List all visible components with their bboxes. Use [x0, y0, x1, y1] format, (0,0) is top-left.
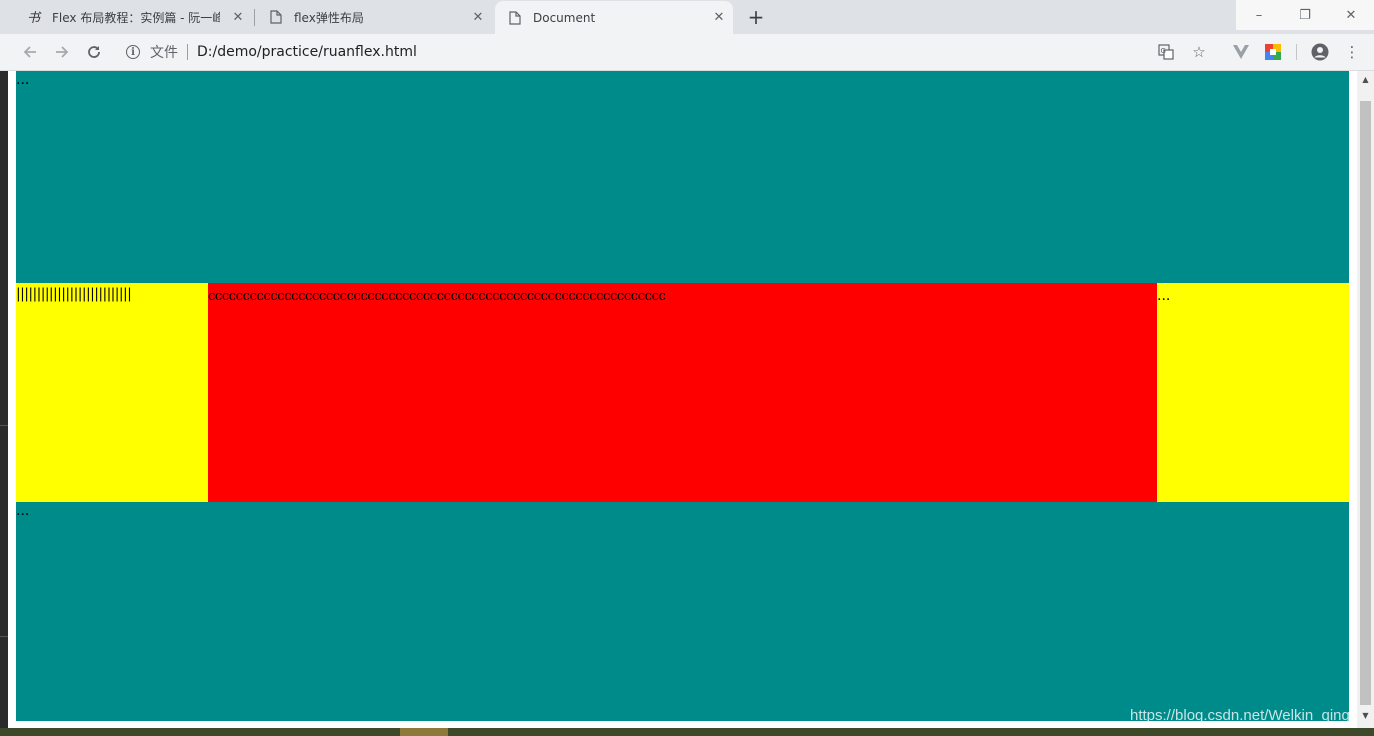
url-text[interactable]: D:/demo/practice/ruanflex.html [197, 44, 417, 60]
tab-title: flex弹性布局 [294, 10, 364, 25]
scroll-thumb[interactable] [1360, 101, 1371, 705]
vue-devtools-icon[interactable] [1231, 42, 1251, 62]
nav-column: |||||||||||||||||||||||||||| [16, 283, 208, 502]
holy-grail-layout: ... |||||||||||||||||||||||||||| ccccccc… [16, 71, 1349, 721]
reload-button[interactable] [82, 40, 106, 64]
tab-strip: 书 Flex 布局教程：实例篇 - 阮一峰的 ✕ flex弹性布局 ✕ Docu… [0, 0, 1374, 34]
body-section: |||||||||||||||||||||||||||| ccccccccccc… [16, 283, 1349, 502]
svg-text:书: 书 [27, 11, 42, 25]
file-icon [268, 9, 284, 25]
footer-text: ... [16, 503, 30, 519]
content-text: cccccccccccccccccccccccccccccccccccccccc… [208, 289, 666, 304]
ruanyifeng-favicon-icon: 书 [26, 9, 42, 25]
restore-button[interactable]: ❐ [1282, 0, 1328, 30]
reload-icon [88, 46, 100, 58]
close-tab-icon[interactable]: ✕ [230, 9, 246, 25]
taskbar-item[interactable] [400, 728, 448, 736]
footer-section: ... [16, 502, 1349, 721]
close-tab-icon[interactable]: ✕ [711, 9, 727, 25]
scroll-down-arrow-icon[interactable]: ▼ [1357, 707, 1374, 724]
arrow-right-icon [56, 46, 69, 58]
os-taskbar [0, 728, 1374, 736]
header-text: ... [16, 72, 30, 88]
scroll-up-arrow-icon[interactable]: ▲ [1357, 71, 1374, 88]
file-icon [507, 10, 523, 26]
desktop-edge [0, 71, 8, 736]
scheme-label: 文件 [150, 45, 178, 61]
nav-text: |||||||||||||||||||||||||||| [16, 286, 132, 302]
browser-toolbar: i 文件 D:/demo/practice/ruanflex.html G ☆ … [0, 34, 1374, 71]
tab-document-active[interactable]: Document ✕ [495, 1, 733, 34]
content-column: cccccccccccccccccccccccccccccccccccccccc… [208, 283, 1157, 502]
ads-column: ... [1157, 283, 1349, 502]
bookmark-star-icon[interactable]: ☆ [1189, 42, 1209, 62]
arrow-left-icon [23, 46, 36, 58]
info-icon[interactable]: i [126, 45, 140, 59]
extension-colorful-icon[interactable] [1263, 42, 1283, 62]
forward-button[interactable] [50, 40, 74, 64]
translate-icon[interactable]: G [1156, 42, 1176, 62]
tab-ruanyifeng[interactable]: 书 Flex 布局教程：实例篇 - 阮一峰的 ✕ [0, 0, 252, 34]
ads-text: ... [1157, 288, 1171, 304]
header-section: ... [16, 71, 1349, 283]
tab-title: Flex 布局教程：实例篇 - 阮一峰的 [52, 10, 220, 25]
omnibox-divider [187, 44, 188, 60]
address-bar[interactable]: i 文件 D:/demo/practice/ruanflex.html [116, 38, 1216, 66]
back-button[interactable] [18, 40, 42, 64]
new-tab-button[interactable]: + [745, 5, 767, 29]
page-viewport: ... |||||||||||||||||||||||||||| ccccccc… [8, 71, 1357, 736]
menu-kebab-icon[interactable]: ⋮ [1342, 42, 1362, 62]
account-icon[interactable] [1310, 42, 1330, 62]
close-window-button[interactable]: ✕ [1328, 0, 1374, 30]
minimize-button[interactable]: – [1236, 0, 1282, 30]
tab-title: Document [533, 10, 596, 25]
csdn-watermark: https://blog.csdn.net/Welkin_qing [1130, 707, 1350, 724]
close-tab-icon[interactable]: ✕ [470, 9, 486, 25]
vertical-scrollbar[interactable]: ▲ ▼ [1357, 71, 1374, 736]
svg-text:G: G [1161, 47, 1166, 55]
toolbar-separator [1296, 44, 1297, 60]
tab-flex-layout[interactable]: flex弹性布局 ✕ [252, 0, 492, 34]
